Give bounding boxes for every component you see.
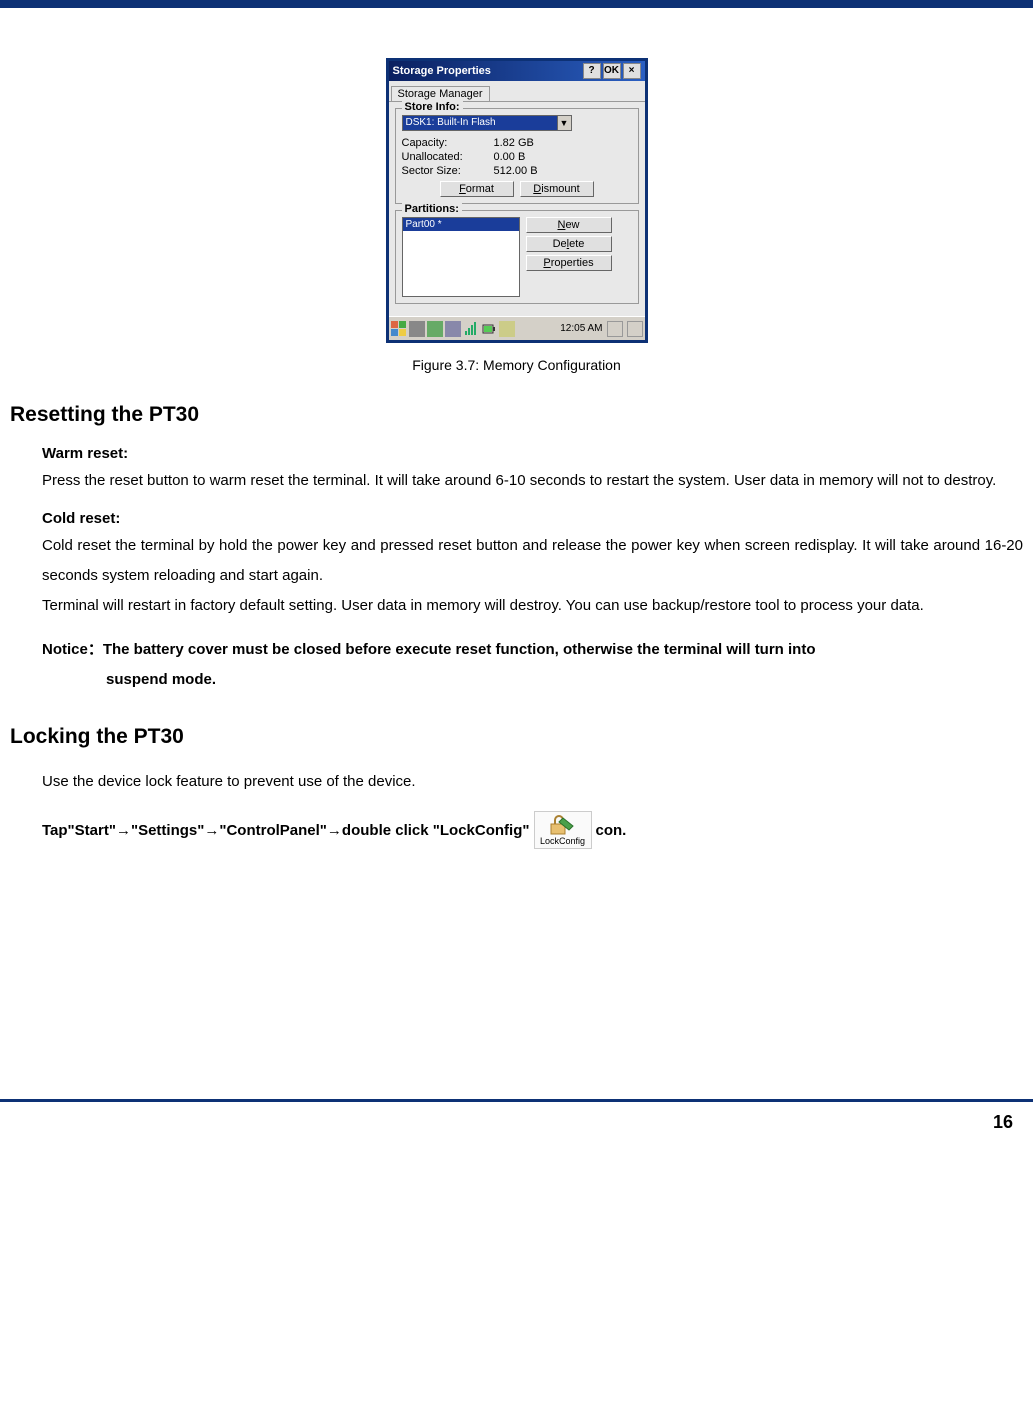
partition-listbox[interactable]: Part00 *	[402, 217, 520, 297]
notice-text-cont: suspend mode.	[106, 665, 1023, 695]
sector-row: Sector Size: 512.00 B	[402, 165, 632, 177]
partitions-legend: Partitions:	[402, 203, 462, 215]
heading-locking: Locking the PT30	[10, 725, 1033, 749]
warm-reset-body: Press the reset button to warm reset the…	[42, 466, 1023, 496]
close-button[interactable]: ×	[623, 63, 641, 79]
sip-icon[interactable]	[607, 321, 623, 337]
partition-item-selected[interactable]: Part00 *	[403, 218, 519, 231]
delete-button[interactable]: Delete	[526, 236, 612, 252]
taskbar: 12:05 AM	[389, 316, 645, 340]
disk-dropdown-value: DSK1: Built-In Flash	[403, 116, 557, 130]
unallocated-label: Unallocated:	[402, 151, 494, 163]
tab-bar: Storage Manager	[389, 81, 645, 102]
dismount-button[interactable]: Dismount	[520, 181, 594, 197]
capacity-label: Capacity:	[402, 137, 494, 149]
tray-icon-2[interactable]	[427, 321, 443, 337]
notice-text: Notice：The battery cover must be closed …	[42, 635, 1023, 665]
help-button[interactable]: ?	[583, 63, 601, 79]
figure-caption: Figure 3.7: Memory Configuration	[0, 357, 1033, 373]
store-info-legend: Store Info:	[402, 101, 463, 113]
lock-steps-pre: Tap"Start"→"Settings"→"ControlPanel"→dou…	[42, 822, 530, 839]
sector-value: 512.00 B	[494, 165, 538, 177]
dialog-body: Store Info: DSK1: Built-In Flash ▼ Capac…	[389, 102, 645, 316]
ok-button[interactable]: OK	[603, 63, 621, 79]
dismount-button-rest: ismount	[541, 183, 580, 195]
capacity-value: 1.82 GB	[494, 137, 534, 149]
window-title: Storage Properties	[393, 65, 581, 77]
cold-reset-heading: Cold reset:	[42, 510, 1023, 527]
taskbar-clock: 12:05 AM	[560, 323, 602, 334]
lock-steps-post: con.	[596, 822, 627, 839]
tray-icon-1[interactable]	[409, 321, 425, 337]
window-titlebar: Storage Properties ? OK ×	[389, 61, 645, 81]
new-button[interactable]: New	[526, 217, 612, 233]
store-info-fieldset: Store Info: DSK1: Built-In Flash ▼ Capac…	[395, 108, 639, 204]
unallocated-value: 0.00 B	[494, 151, 526, 163]
lock-steps-line: Tap"Start"→"Settings"→"ControlPanel"→dou…	[42, 811, 1023, 849]
tray-icon-det[interactable]	[499, 321, 515, 337]
chevron-down-icon: ▼	[557, 116, 571, 130]
lock-body: Use the device lock feature to prevent u…	[42, 767, 1023, 797]
storage-properties-window: Storage Properties ? OK × Storage Manage…	[386, 58, 648, 343]
lockconfig-icon-label: LockConfig	[540, 836, 585, 846]
desktop-icon[interactable]	[627, 321, 643, 337]
disk-dropdown[interactable]: DSK1: Built-In Flash ▼	[402, 115, 572, 131]
unallocated-row: Unallocated: 0.00 B	[402, 151, 632, 163]
cold-reset-body-1: Cold reset the terminal by hold the powe…	[42, 531, 1023, 591]
heading-resetting: Resetting the PT30	[10, 403, 1033, 427]
battery-icon[interactable]	[481, 321, 497, 337]
capacity-row: Capacity: 1.82 GB	[402, 137, 632, 149]
lockconfig-icon: LockConfig	[534, 811, 592, 849]
properties-button[interactable]: Properties	[526, 255, 612, 271]
warm-reset-heading: Warm reset:	[42, 445, 1023, 462]
tab-storage-manager[interactable]: Storage Manager	[391, 86, 490, 101]
page-number: 16	[0, 1102, 1033, 1133]
signal-icon[interactable]	[463, 321, 479, 337]
start-icon[interactable]	[391, 321, 407, 337]
cold-reset-body-2: Terminal will restart in factory default…	[42, 591, 1023, 621]
partitions-fieldset: Partitions: Part00 * New Delete Properti…	[395, 210, 639, 304]
figure-container: Storage Properties ? OK × Storage Manage…	[0, 58, 1033, 373]
format-button-rest: ormat	[466, 183, 494, 195]
sector-label: Sector Size:	[402, 165, 494, 177]
format-button[interactable]: Format	[440, 181, 514, 197]
page-top-border	[0, 0, 1033, 8]
tray-icon-3[interactable]	[445, 321, 461, 337]
